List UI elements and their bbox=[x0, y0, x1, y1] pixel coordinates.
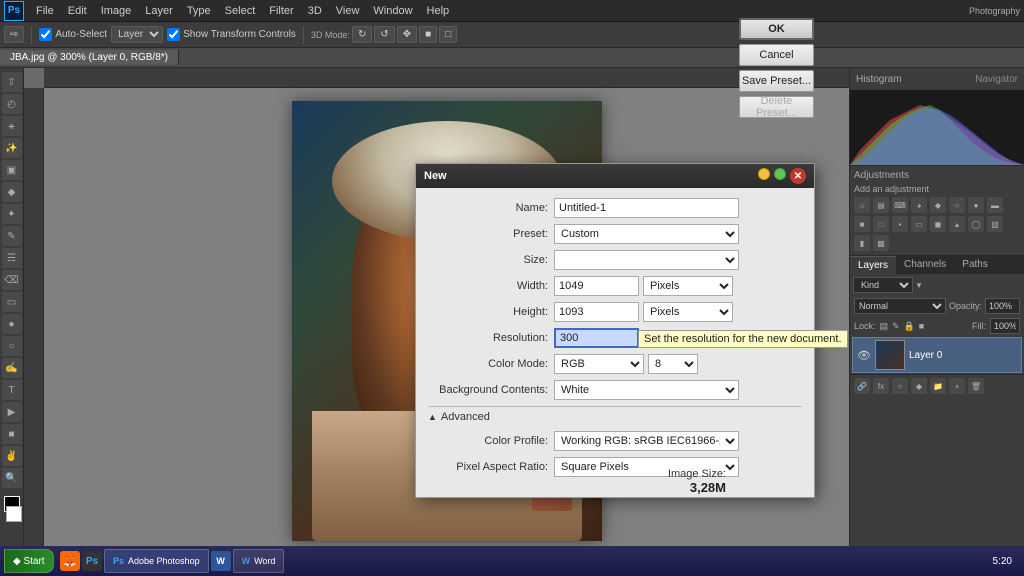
3d-mode-label: 3D Mode: bbox=[311, 30, 350, 40]
height-row: Height: Pixels bbox=[428, 302, 802, 322]
bg-select[interactable]: White bbox=[554, 380, 739, 400]
width-row: Width: Pixels bbox=[428, 276, 802, 296]
imagesize-label: Image Size: bbox=[668, 468, 726, 480]
advanced-content: Color Profile: Working RGB: sRGB IEC6196… bbox=[428, 427, 802, 487]
colorprofile-row: Color Profile: Working RGB: sRGB IEC6196… bbox=[428, 431, 802, 451]
photoshop-taskbar-icon[interactable]: Ps bbox=[82, 551, 102, 571]
save-preset-button[interactable]: Save Preset... bbox=[739, 70, 814, 92]
taskbar-time: 5:20 bbox=[993, 556, 1020, 567]
resolution-label: Resolution: bbox=[428, 332, 548, 344]
colorprofile-label: Color Profile: bbox=[428, 435, 548, 447]
menu-filter[interactable]: Filter bbox=[263, 3, 299, 19]
advanced-chevron-icon: ▲ bbox=[428, 412, 437, 422]
colormode-bits-select[interactable]: 8 bbox=[648, 354, 698, 374]
ps-task-label: Adobe Photoshop bbox=[128, 556, 200, 566]
toolbar-top: ⇨ Auto-Select Layer Show Transform Contr… bbox=[0, 22, 1024, 48]
size-row: Size: bbox=[428, 250, 802, 270]
name-input[interactable] bbox=[554, 198, 739, 218]
name-label: Name: bbox=[428, 202, 548, 214]
menu-layer[interactable]: Layer bbox=[139, 3, 179, 19]
firefox-icon[interactable]: 🦊 bbox=[60, 551, 80, 571]
size-label: Size: bbox=[428, 254, 548, 266]
size-select[interactable] bbox=[554, 250, 739, 270]
dialog-maximize-btn[interactable] bbox=[774, 168, 786, 180]
height-input[interactable] bbox=[554, 302, 639, 322]
menu-select[interactable]: Select bbox=[219, 3, 262, 19]
dialog-body: Name: Preset: Custom Size: bbox=[416, 188, 814, 497]
move-tool-btn[interactable]: ⇨ bbox=[4, 26, 24, 43]
3d-slide-btn[interactable]: ■ bbox=[419, 26, 437, 43]
width-unit-select[interactable]: Pixels bbox=[643, 276, 733, 296]
name-row: Name: bbox=[428, 198, 802, 218]
menu-window[interactable]: Window bbox=[367, 3, 418, 19]
dialog-title-bar[interactable]: New ✕ bbox=[416, 164, 814, 188]
preset-select[interactable]: Custom bbox=[554, 224, 739, 244]
word-task-label: Word bbox=[254, 556, 275, 566]
3d-pan-btn[interactable]: ✥ bbox=[397, 26, 417, 43]
pixelaspect-label: Pixel Aspect Ratio: bbox=[428, 461, 548, 473]
bg-label: Background Contents: bbox=[428, 384, 548, 396]
resolution-input[interactable] bbox=[554, 328, 639, 348]
menu-edit[interactable]: Edit bbox=[62, 3, 93, 19]
dialog-buttons: OK Cancel Save Preset... Delete Preset..… bbox=[739, 18, 814, 118]
menu-file[interactable]: File bbox=[30, 3, 60, 19]
word-icon[interactable]: W bbox=[211, 551, 231, 571]
document-tab[interactable]: JBA.jpg @ 300% (Layer 0, RGB/8*) bbox=[0, 50, 179, 65]
imagesize-value: 3,28M bbox=[668, 480, 726, 495]
3d-roll-btn[interactable]: ↺ bbox=[374, 26, 394, 43]
cancel-button[interactable]: Cancel bbox=[739, 44, 814, 66]
toolbar-separator bbox=[31, 26, 32, 44]
colormode-select[interactable]: RGB bbox=[554, 354, 644, 374]
menu-3d[interactable]: 3D bbox=[302, 3, 328, 19]
advanced-toggle[interactable]: ▲ Advanced bbox=[428, 407, 802, 427]
workspace-label: Photography bbox=[969, 6, 1020, 16]
resolution-row: Resolution: Set the resolution for the n… bbox=[428, 328, 802, 348]
menu-help[interactable]: Help bbox=[421, 3, 456, 19]
width-input[interactable] bbox=[554, 276, 639, 296]
colorprofile-select[interactable]: Working RGB: sRGB IEC61966-2.1 bbox=[554, 431, 739, 451]
delete-preset-button[interactable]: Delete Preset... bbox=[739, 96, 814, 118]
height-unit-select[interactable]: Pixels bbox=[643, 302, 733, 322]
pixelaspect-row: Pixel Aspect Ratio: Square Pixels bbox=[428, 457, 802, 477]
dialog-overlay: New ✕ Name: Preset: Custom bbox=[0, 68, 1024, 554]
ps-logo-icon: Ps bbox=[4, 1, 24, 21]
autoselect-type[interactable]: Layer bbox=[111, 26, 163, 43]
autoselect-check[interactable]: Auto-Select bbox=[39, 28, 107, 41]
preset-label: Preset: bbox=[428, 228, 548, 240]
colormode-label: Color Mode: bbox=[428, 358, 548, 370]
3d-scale-btn[interactable]: □ bbox=[439, 26, 457, 43]
dialog-close-btn[interactable]: ✕ bbox=[790, 168, 806, 184]
dialog-minimize-btn[interactable] bbox=[758, 168, 770, 180]
imagesize-box: Image Size: 3,28M bbox=[668, 468, 726, 495]
3d-orbit-btn[interactable]: ↻ bbox=[352, 26, 372, 43]
menu-image[interactable]: Image bbox=[95, 3, 138, 19]
advanced-section: ▲ Advanced Color Profile: Working RGB: s… bbox=[428, 406, 802, 487]
colormode-row: Color Mode: RGB 8 bbox=[428, 354, 802, 374]
tab-bar: JBA.jpg @ 300% (Layer 0, RGB/8*) bbox=[0, 48, 1024, 68]
menu-bar: Ps File Edit Image Layer Type Select Fil… bbox=[0, 0, 1024, 22]
showtransform-check[interactable]: Show Transform Controls bbox=[167, 28, 296, 41]
new-document-dialog: New ✕ Name: Preset: Custom bbox=[415, 163, 815, 498]
width-label: Width: bbox=[428, 280, 548, 292]
ok-button[interactable]: OK bbox=[739, 18, 814, 40]
resolution-tooltip: Set the resolution for the new document. bbox=[638, 330, 848, 348]
menu-type[interactable]: Type bbox=[181, 3, 217, 19]
bg-row: Background Contents: White bbox=[428, 380, 802, 400]
preset-row: Preset: Custom bbox=[428, 224, 802, 244]
height-label: Height: bbox=[428, 306, 548, 318]
toolbar-separator2 bbox=[303, 26, 304, 44]
menu-view[interactable]: View bbox=[330, 3, 366, 19]
